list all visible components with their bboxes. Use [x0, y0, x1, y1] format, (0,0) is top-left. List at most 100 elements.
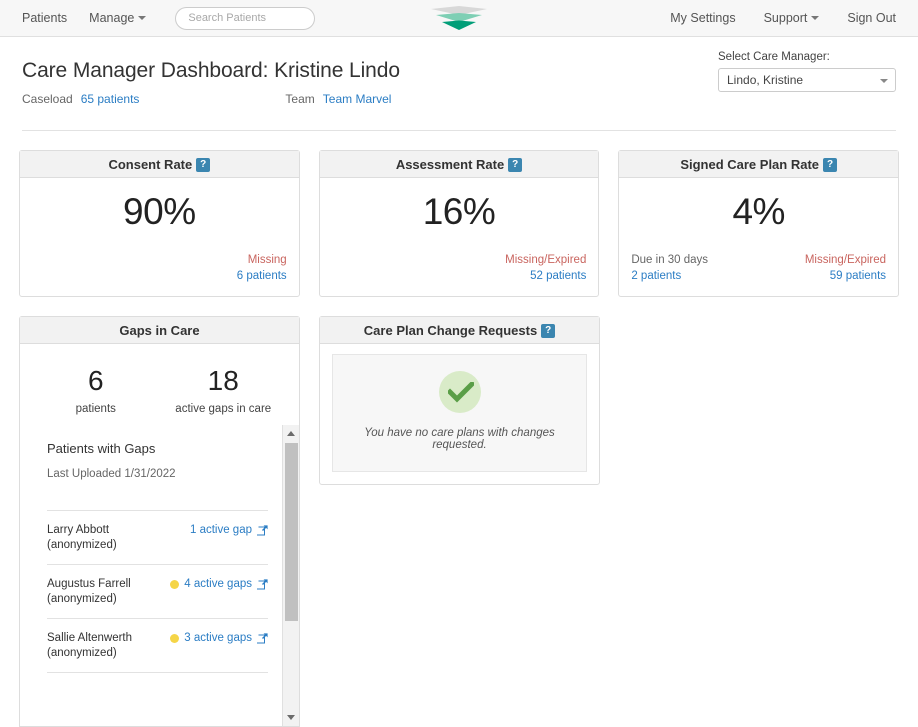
nav-item-patients-label: Patients [22, 10, 68, 25]
gaps-active-caption: active gaps in care [175, 403, 272, 415]
signed-care-plan-rate-value: 4% [732, 191, 785, 232]
nav-item-my-settings[interactable]: My Settings [656, 0, 749, 37]
nav-item-sign-out-label: Sign Out [847, 10, 896, 25]
consent-missing-label: Missing [247, 254, 287, 266]
care-manager-selector: Select Care Manager: Lindo, Kristine [718, 51, 896, 92]
signed-missing-link[interactable]: 59 patients [805, 268, 886, 284]
card-consent-rate-body: 90% Missing 6 patients [20, 178, 299, 296]
caseload-link[interactable]: 65 patients [81, 92, 140, 106]
search-wrapper [175, 6, 316, 30]
status-dot-icon [170, 633, 180, 643]
care-manager-select-label: Select Care Manager: [718, 51, 830, 63]
layers-logo [428, 3, 490, 35]
patient-gap-link[interactable]: 4 active gaps [184, 578, 252, 590]
signed-missing-group: Missing/Expired 59 patients [805, 252, 886, 284]
card-consent-rate-title: Consent Rate [108, 157, 193, 172]
patient-anonymized-label: (anonymized) [47, 647, 117, 659]
list-item[interactable] [47, 672, 268, 696]
last-uploaded-label: Last Uploaded 1/31/2022 [47, 468, 176, 480]
assessment-missing-link[interactable]: 52 patients [505, 268, 586, 284]
nav-item-sign-out[interactable]: Sign Out [833, 0, 896, 37]
card-consent-rate: Consent Rate? 90% Missing 6 patients [19, 150, 300, 297]
patient-name: Augustus Farrell [47, 578, 131, 590]
consent-missing-group: Missing 6 patients [237, 252, 287, 284]
assessment-rate-value: 16% [422, 191, 496, 232]
help-icon[interactable]: ? [823, 157, 838, 172]
chevron-down-icon [138, 16, 147, 21]
patient-name: Larry Abbott [47, 524, 110, 536]
nav-item-patients[interactable]: Patients [22, 0, 78, 37]
team-label: Team [285, 92, 315, 106]
chevron-down-icon [880, 79, 888, 83]
card-signed-care-plan-rate-body: 4% Due in 30 days 2 patients Missing/Exp… [619, 178, 898, 296]
checkmark-icon [447, 382, 474, 403]
card-assessment-rate-body: 16% Missing/Expired 52 patients [320, 178, 599, 296]
check-circle-icon [438, 371, 481, 413]
list-item[interactable]: Augustus Farrell (anonymized) 4 active g… [47, 564, 268, 618]
card-consent-rate-header: Consent Rate? [20, 151, 299, 178]
patients-with-gaps-panel: Patients with Gaps Last Uploaded 1/31/20… [19, 425, 300, 727]
scroll-up-arrow-icon[interactable] [283, 425, 299, 442]
patient-name: Sallie Altenwerth [47, 632, 133, 644]
signed-due-group: Due in 30 days 2 patients [631, 252, 708, 284]
patient-name-block: Sallie Altenwerth (anonymized) [47, 631, 132, 661]
list-item[interactable]: Sallie Altenwerth (anonymized) 3 active … [47, 618, 268, 672]
metric-cards-row: Consent Rate? 90% Missing 6 patients Ass… [0, 150, 918, 297]
gaps-active-count: 18 [207, 365, 239, 396]
assessment-rate-footer: Missing/Expired 52 patients [332, 252, 586, 284]
patient-gap-link[interactable]: 1 active gap [190, 524, 252, 536]
card-care-plan-change-requests-body: You have no care plans with changes requ… [320, 344, 599, 484]
signed-due-label: Due in 30 days [631, 254, 709, 266]
patients-with-gaps-title: Patients with Gaps [47, 441, 156, 456]
card-signed-care-plan-rate: Signed Care Plan Rate? 4% Due in 30 days… [618, 150, 900, 297]
card-assessment-rate: Assessment Rate? 16% Missing/Expired 52 … [318, 150, 600, 297]
search-input[interactable] [175, 6, 316, 30]
chevron-down-icon [811, 16, 820, 21]
page-header: Care Manager Dashboard: Kristine Lindo C… [0, 37, 918, 106]
nav-item-support-label: Support [763, 10, 808, 25]
care-manager-select-value: Lindo, Kristine [727, 73, 804, 87]
patient-gap-block: 3 active gaps [170, 631, 268, 644]
header-meta-row: Caseload 65 patients Team Team Marvel [22, 92, 896, 106]
scroll-down-arrow-icon[interactable] [283, 709, 299, 726]
nav-item-support[interactable]: Support [750, 0, 834, 37]
list-item[interactable]: Larry Abbott (anonymized) 1 active gap [47, 510, 268, 564]
care-manager-select[interactable]: Lindo, Kristine [718, 68, 896, 92]
card-care-plan-change-requests: Care Plan Change Requests? You have no c… [319, 316, 600, 485]
patient-name-block: Augustus Farrell (anonymized) [47, 577, 131, 607]
nav-item-manage[interactable]: Manage [78, 0, 157, 37]
external-link-icon[interactable] [257, 578, 268, 590]
gaps-active-cell: 18 active gaps in care [160, 364, 288, 415]
patient-anonymized-label: (anonymized) [47, 593, 117, 605]
external-link-icon[interactable] [257, 524, 268, 536]
nav-item-my-settings-label: My Settings [670, 10, 736, 25]
nav-item-manage-label: Manage [89, 10, 135, 25]
caseload-label: Caseload [22, 92, 73, 106]
gaps-stats-row: 6 patients 18 active gaps in care [32, 354, 287, 415]
patient-name-block: Larry Abbott (anonymized) [47, 523, 117, 553]
layers-logo-icon [431, 6, 487, 30]
patient-gap-link[interactable]: 3 active gaps [184, 632, 252, 644]
signed-due-link[interactable]: 2 patients [631, 268, 708, 284]
top-navigation-bar: Patients Manage My Settings Support Sign… [0, 0, 918, 37]
card-signed-care-plan-rate-header: Signed Care Plan Rate? [619, 151, 899, 178]
external-link-icon[interactable] [257, 632, 268, 644]
patients-list-scrollbar[interactable] [282, 425, 299, 726]
no-change-requests-panel: You have no care plans with changes requ… [332, 354, 587, 472]
status-dot-icon [170, 579, 180, 589]
consent-missing-link[interactable]: 6 patients [237, 268, 287, 284]
card-gaps-in-care-title: Gaps in Care [119, 323, 200, 338]
gaps-patients-count: 6 [87, 365, 104, 396]
consent-rate-value: 90% [123, 191, 196, 232]
assessment-missing-label: Missing/Expired [505, 254, 587, 266]
card-care-plan-change-requests-title: Care Plan Change Requests [363, 323, 538, 338]
help-icon[interactable]: ? [541, 323, 556, 338]
assessment-missing-group: Missing/Expired 52 patients [505, 252, 586, 284]
help-icon[interactable]: ? [508, 157, 523, 172]
no-change-requests-text: You have no care plans with changes requ… [364, 427, 555, 451]
gaps-patients-cell: 6 patients [32, 364, 160, 415]
header-divider [22, 130, 896, 131]
help-icon[interactable]: ? [196, 157, 211, 172]
scrollbar-thumb[interactable] [285, 443, 298, 621]
team-link[interactable]: Team Marvel [323, 92, 392, 106]
